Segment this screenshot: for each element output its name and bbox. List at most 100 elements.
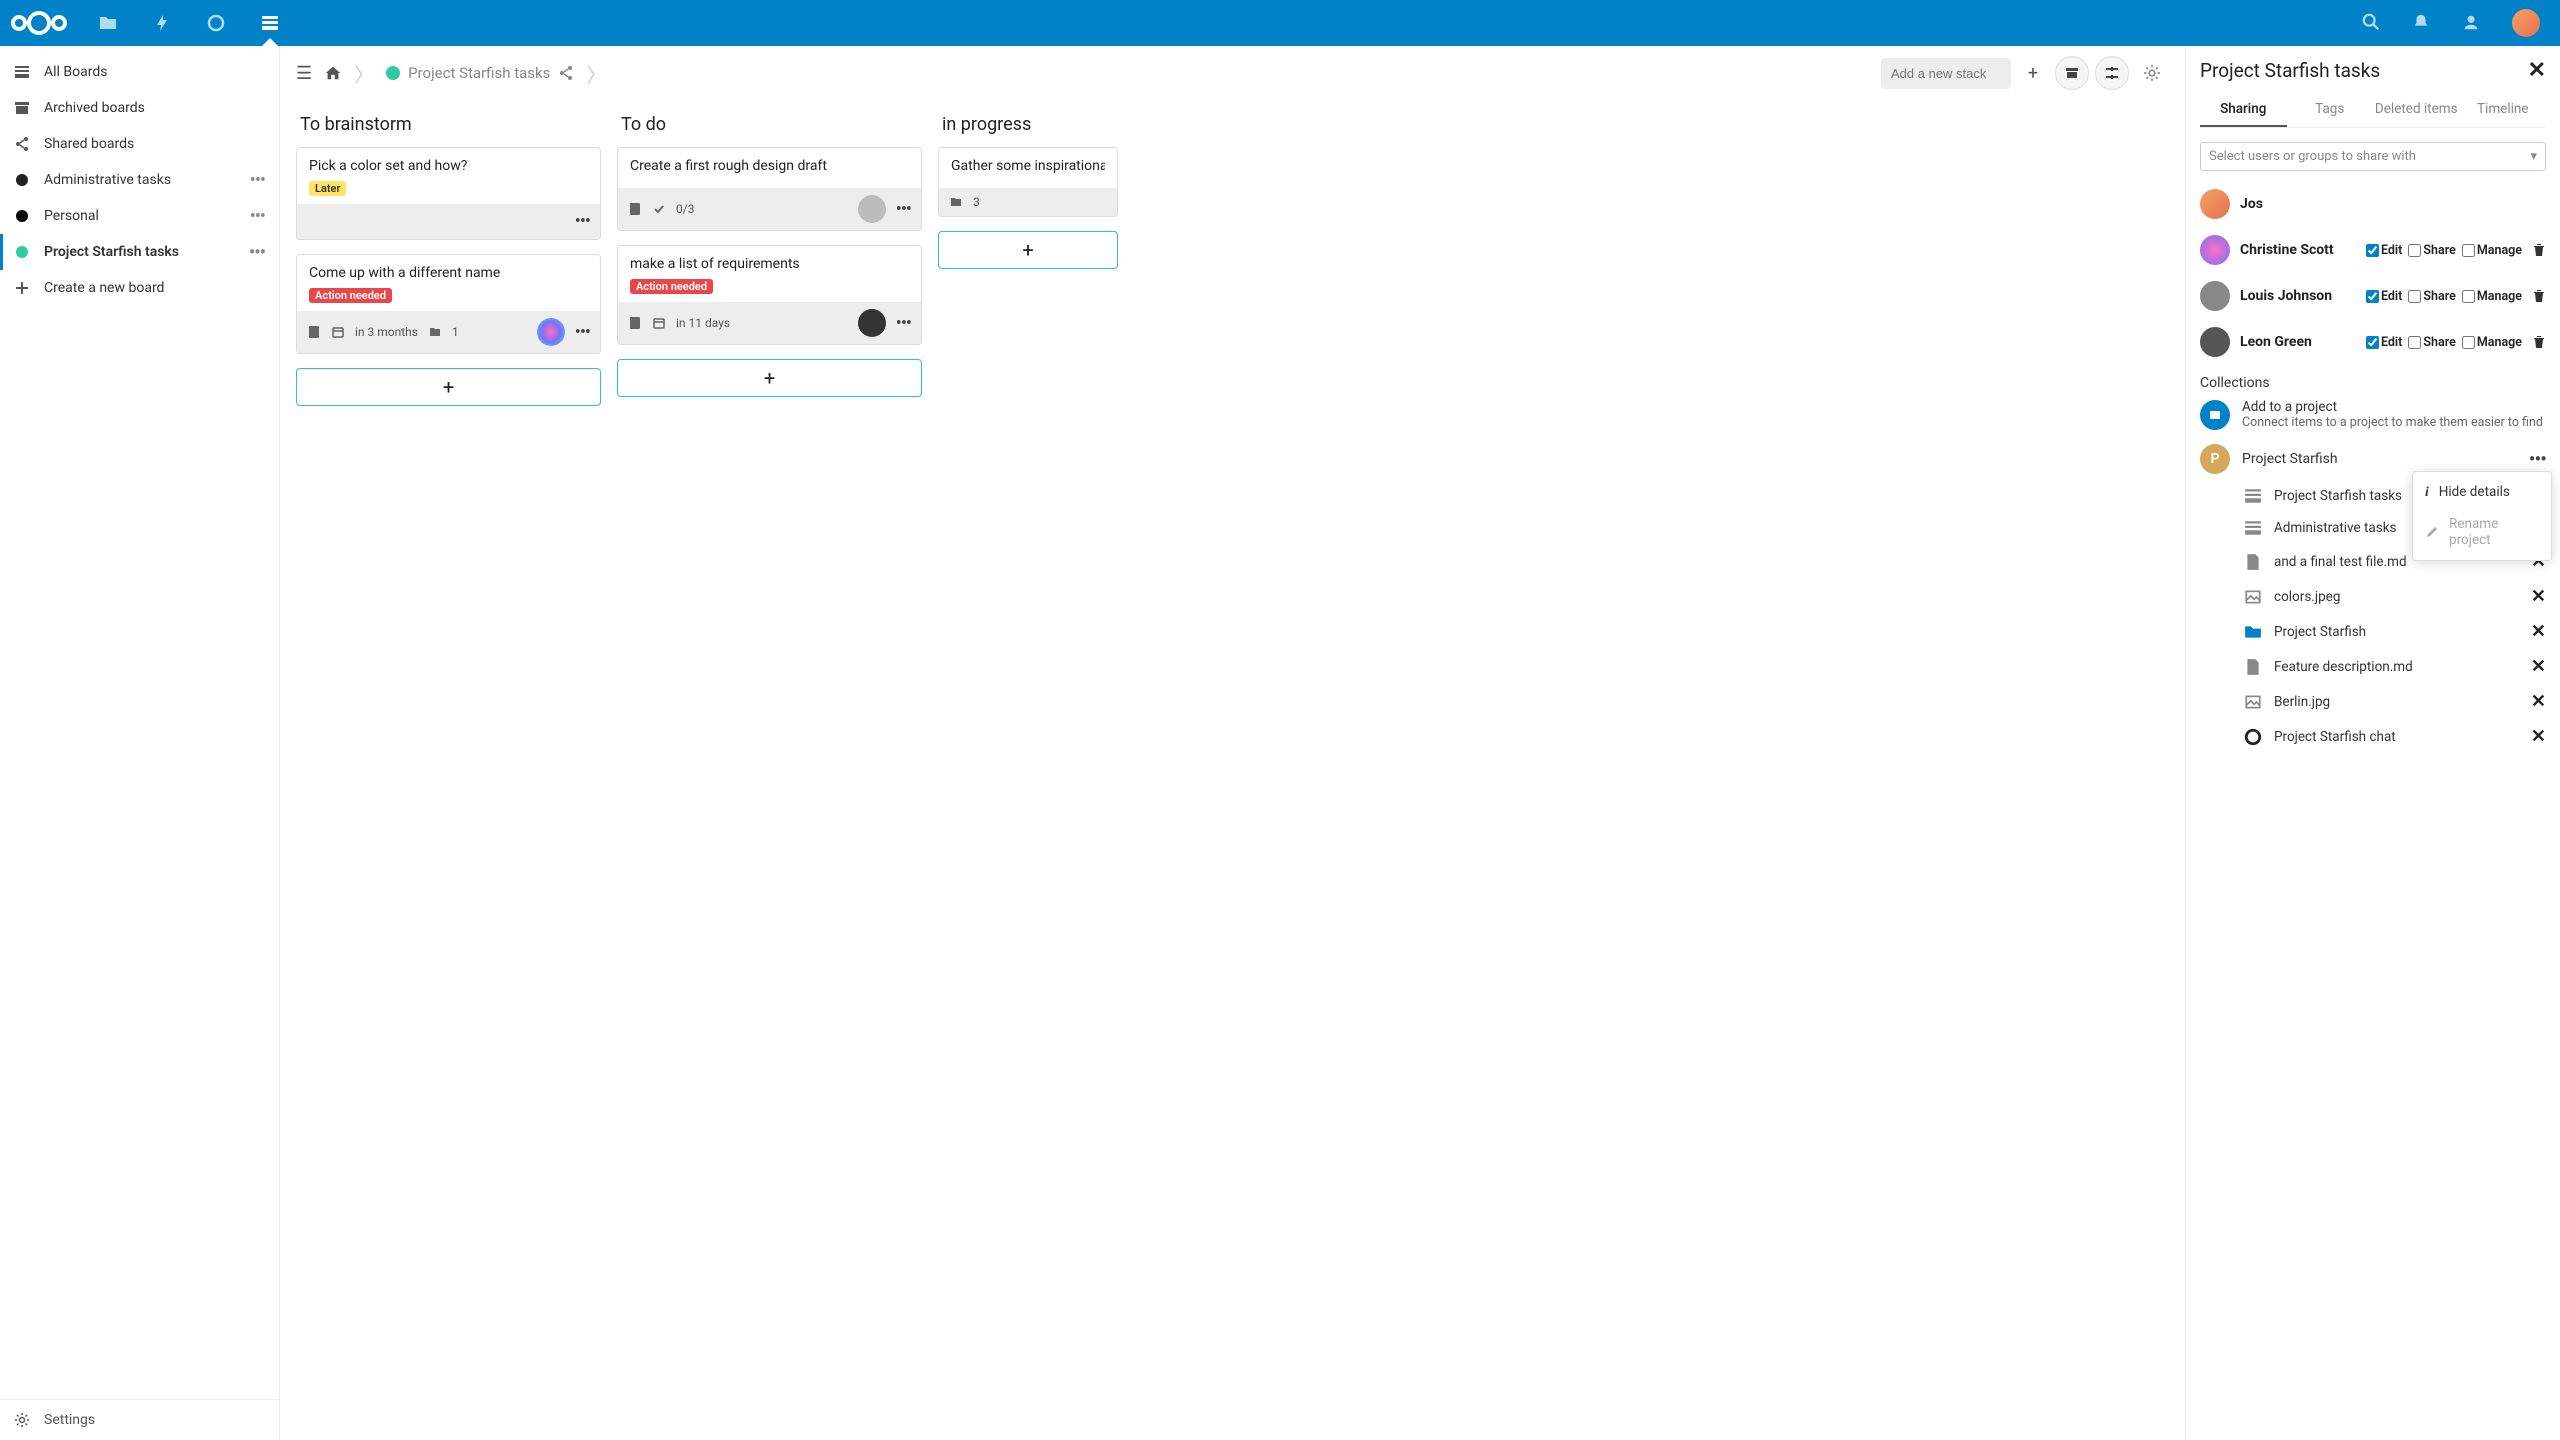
project-item[interactable]: colors.jpeg✕ — [2200, 579, 2546, 614]
deck-icon — [2244, 487, 2262, 505]
remove-icon[interactable]: ✕ — [2531, 691, 2546, 712]
perm-manage[interactable]: Manage — [2462, 335, 2522, 350]
perm-manage[interactable]: Manage — [2462, 243, 2522, 258]
archive-toggle-button[interactable] — [2055, 56, 2089, 90]
board-settings-button[interactable] — [2135, 56, 2169, 90]
breadcrumb-board[interactable]: Project Starfish tasks — [386, 64, 574, 82]
image-icon — [2244, 693, 2262, 711]
perm-manage[interactable]: Manage — [2462, 289, 2522, 304]
sidebar-board-personal[interactable]: Personal ••• — [0, 198, 279, 234]
project-item[interactable]: Project Starfish chat✕ — [2200, 719, 2546, 754]
perm-share[interactable]: Share — [2408, 335, 2455, 350]
file-icon — [2244, 553, 2262, 571]
files-app-icon[interactable] — [98, 13, 118, 33]
remove-icon[interactable]: ✕ — [2531, 656, 2546, 677]
sidebar-item-label: Personal — [44, 208, 236, 224]
user-avatar[interactable] — [2512, 9, 2540, 37]
search-icon[interactable] — [2362, 13, 2382, 33]
more-icon[interactable]: ••• — [250, 176, 265, 185]
pencil-icon — [2425, 525, 2439, 539]
share-icon[interactable] — [558, 65, 574, 81]
card-more-icon[interactable]: ••• — [896, 199, 911, 220]
board-header: ☰ 〉 Project Starfish tasks 〉 + — [280, 46, 2185, 100]
card[interactable]: Gather some inspirational m 3 — [938, 147, 1118, 217]
contacts-icon[interactable] — [2462, 13, 2482, 33]
sidebar-board-admin[interactable]: Administrative tasks ••• — [0, 162, 279, 198]
more-icon[interactable]: ••• — [249, 248, 265, 257]
talk-app-icon[interactable] — [206, 13, 226, 33]
trash-icon[interactable] — [2532, 335, 2546, 349]
menu-hide-details[interactable]: i Hide details — [2413, 476, 2551, 508]
add-stack-input[interactable] — [1881, 58, 2011, 89]
trash-icon[interactable] — [2532, 289, 2546, 303]
menu-rename-project[interactable]: Rename project — [2413, 508, 2551, 556]
card[interactable]: make a list of requirements Action neede… — [617, 245, 922, 345]
card[interactable]: Create a first rough design draft 0/3 ••… — [617, 147, 922, 231]
panel-tabs: Sharing Tags Deleted items Timeline — [2200, 93, 2546, 128]
card[interactable]: Come up with a different name Action nee… — [296, 254, 601, 354]
sidebar-board-starfish[interactable]: Project Starfish tasks ••• — [0, 234, 279, 270]
menu-icon[interactable]: ☰ — [296, 63, 312, 84]
share-icon — [14, 136, 30, 152]
perm-share[interactable]: Share — [2408, 243, 2455, 258]
card[interactable]: Pick a color set and how? Later ••• — [296, 147, 601, 240]
breadcrumb-sep: 〉 — [354, 59, 374, 88]
tab-sharing[interactable]: Sharing — [2200, 93, 2287, 127]
card-checklist: 0/3 — [676, 202, 694, 216]
settings-label: Settings — [44, 1412, 95, 1428]
more-icon[interactable]: ••• — [250, 212, 265, 221]
tab-timeline[interactable]: Timeline — [2460, 93, 2547, 127]
share-select[interactable]: Select users or groups to share with ▾ — [2200, 142, 2546, 171]
add-stack-button[interactable]: + — [2017, 57, 2049, 89]
sidebar-settings[interactable]: Settings — [0, 1399, 279, 1440]
project-more-icon[interactable]: ••• — [2529, 447, 2546, 471]
home-icon[interactable] — [324, 64, 342, 82]
folder-icon — [2244, 623, 2262, 641]
perm-edit[interactable]: Edit — [2366, 243, 2402, 258]
column-title: in progress — [938, 108, 1118, 147]
tab-tags[interactable]: Tags — [2287, 93, 2374, 127]
card-more-icon[interactable]: ••• — [575, 211, 590, 232]
activity-app-icon[interactable] — [152, 13, 172, 33]
sidebar-create-board[interactable]: Create a new board — [0, 270, 279, 306]
logo[interactable] — [8, 7, 70, 39]
sidebar-all-boards[interactable]: All Boards — [0, 54, 279, 90]
sidebar-shared[interactable]: Shared boards — [0, 126, 279, 162]
details-panel: Project Starfish tasks ✕ Sharing Tags De… — [2185, 46, 2560, 1440]
assignee-avatar[interactable] — [858, 309, 886, 337]
column-progress: in progress Gather some inspirational m … — [938, 108, 1118, 1432]
share-user-row: Leon Green Edit Share Manage — [2200, 319, 2546, 365]
project-item[interactable]: Project Starfish✕ — [2200, 614, 2546, 649]
assignee-avatar[interactable] — [537, 318, 565, 346]
attachment-icon — [428, 325, 442, 339]
sidebar-archived[interactable]: Archived boards — [0, 90, 279, 126]
deck-app-icon[interactable] — [260, 13, 280, 33]
perm-edit[interactable]: Edit — [2366, 335, 2402, 350]
tab-deleted[interactable]: Deleted items — [2373, 93, 2460, 127]
card-more-icon[interactable]: ••• — [896, 313, 911, 334]
compact-toggle-button[interactable] — [2095, 56, 2129, 90]
sidebar-item-label: All Boards — [44, 64, 265, 80]
remove-icon[interactable]: ✕ — [2531, 586, 2546, 607]
add-card-button[interactable]: + — [296, 368, 601, 406]
project-item[interactable]: Feature description.md✕ — [2200, 649, 2546, 684]
assignee-avatar[interactable] — [858, 195, 886, 223]
image-icon — [2244, 588, 2262, 606]
add-card-button[interactable]: + — [938, 231, 1118, 269]
trash-icon[interactable] — [2532, 243, 2546, 257]
calendar-icon — [331, 325, 345, 339]
card-title: Pick a color set and how? — [309, 158, 588, 174]
perm-edit[interactable]: Edit — [2366, 289, 2402, 304]
add-to-project[interactable]: Add to a project Connect items to a proj… — [2200, 391, 2546, 438]
user-name: Jos — [2240, 196, 2546, 212]
card-more-icon[interactable]: ••• — [575, 322, 590, 343]
project-item[interactable]: Berlin.jpg✕ — [2200, 684, 2546, 719]
sidebar-item-label: Administrative tasks — [44, 172, 236, 188]
add-card-button[interactable]: + — [617, 359, 922, 397]
perm-share[interactable]: Share — [2408, 289, 2455, 304]
remove-icon[interactable]: ✕ — [2531, 726, 2546, 747]
remove-icon[interactable]: ✕ — [2531, 621, 2546, 642]
project-add-icon — [2200, 400, 2230, 430]
notifications-icon[interactable] — [2412, 13, 2432, 33]
close-icon[interactable]: ✕ — [2528, 58, 2546, 83]
